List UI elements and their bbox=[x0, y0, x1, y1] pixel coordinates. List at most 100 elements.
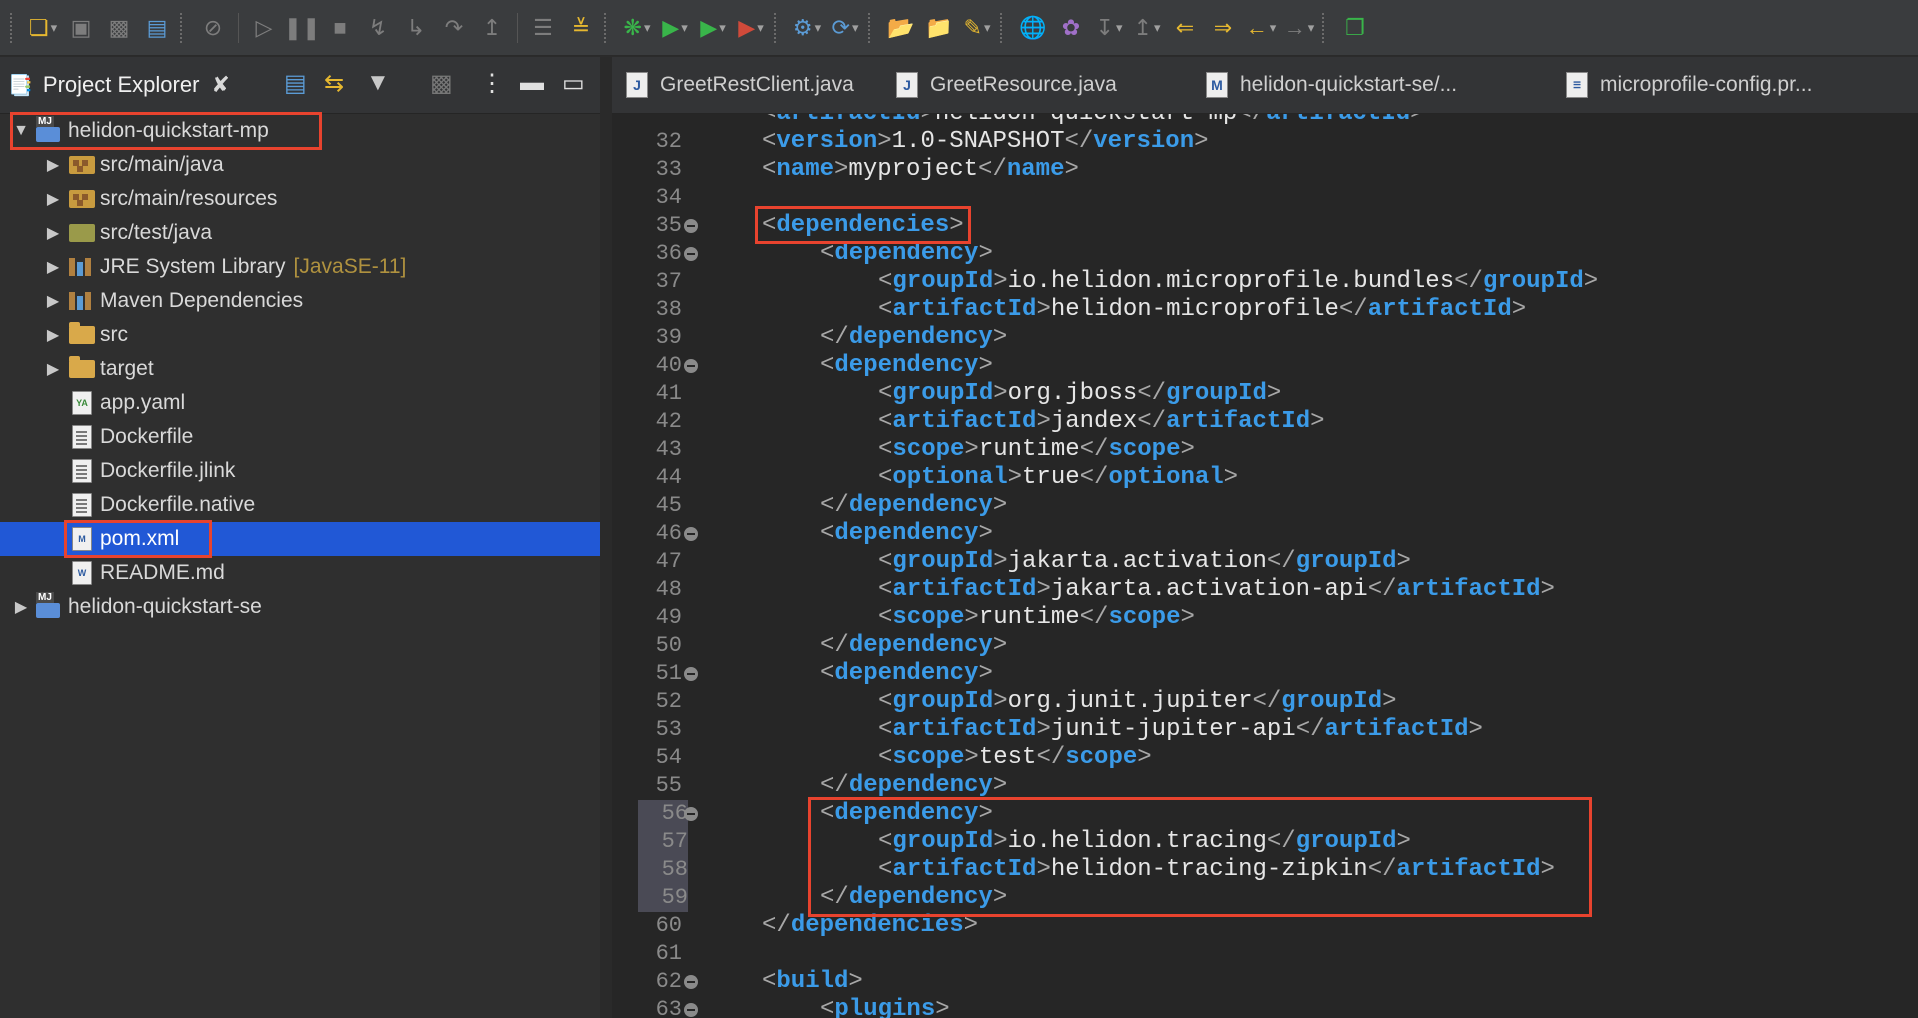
chevron-down-icon[interactable]: ▼ bbox=[12, 122, 30, 140]
annotation-2-icon[interactable]: ↧ bbox=[1090, 8, 1128, 48]
bracket: > bbox=[1583, 268, 1599, 295]
tree-item-helidon-quickstart-mp[interactable]: ▼ MJ helidon-quickstart-mp bbox=[0, 114, 612, 148]
collapse-all-icon[interactable]: ▤ bbox=[284, 69, 307, 98]
chevron-right-icon[interactable]: ▶ bbox=[44, 155, 62, 175]
back-icon[interactable]: ⇒ bbox=[1204, 8, 1242, 48]
open-task-icon[interactable]: 📁 bbox=[920, 8, 958, 48]
tree-item-maven-dependencies[interactable]: ▶ Maven Dependencies bbox=[0, 284, 644, 318]
chevron-right-icon[interactable]: ▶ bbox=[12, 597, 30, 617]
skip-breakpoints-icon[interactable]: ⊘ bbox=[194, 8, 232, 48]
tree-item-src-main-java[interactable]: ▶ src/main/java bbox=[0, 148, 644, 182]
tab-microprofile-config[interactable]: ☰ microprofile-config.pr... bbox=[1552, 57, 1918, 113]
tree-item-dockerfile-native[interactable]: Dockerfile.native bbox=[0, 488, 662, 522]
tree-item-src-main-resources[interactable]: ▶ src/main/resources bbox=[0, 182, 644, 216]
tree-item-pom-xml[interactable]: M pom.xml bbox=[0, 522, 662, 556]
fold-collapse-icon[interactable] bbox=[684, 219, 698, 233]
terminate-icon[interactable]: ■ bbox=[321, 8, 359, 48]
close-icon[interactable]: ✘ bbox=[211, 72, 229, 98]
step-over-icon[interactable]: ↷ bbox=[435, 8, 473, 48]
search-icon[interactable]: ✿ bbox=[1052, 8, 1090, 48]
project-explorer-tab[interactable]: 📑 Project Explorer ✘ bbox=[0, 57, 242, 113]
yaml-file-icon: YA bbox=[68, 391, 96, 415]
xml-tag: artifactId bbox=[892, 296, 1037, 323]
filter-icon[interactable]: ▼ bbox=[366, 69, 390, 97]
fold-collapse-icon[interactable] bbox=[684, 247, 698, 261]
step-return-icon[interactable]: ↥ bbox=[473, 8, 511, 48]
tab-greetresource[interactable]: J GreetResource.java bbox=[882, 57, 1192, 113]
tree-item-label: Dockerfile.jlink bbox=[100, 459, 236, 482]
task-list-icon[interactable]: ☰ bbox=[524, 8, 562, 48]
print-icon[interactable]: ▤ bbox=[138, 8, 176, 48]
fold-collapse-icon[interactable] bbox=[684, 359, 698, 373]
new-service-icon[interactable]: ⟳ bbox=[826, 8, 864, 48]
tree-item-dockerfile-jlink[interactable]: Dockerfile.jlink bbox=[0, 454, 662, 488]
annotation-icon[interactable]: ≚ bbox=[562, 8, 600, 48]
fold-collapse-icon[interactable] bbox=[684, 527, 698, 541]
bracket: > bbox=[992, 324, 1008, 351]
minimize-icon[interactable]: ▬ bbox=[520, 69, 544, 97]
chevron-right-icon[interactable]: ▶ bbox=[44, 325, 62, 345]
panel-splitter[interactable] bbox=[600, 57, 612, 1018]
view-menu-icon[interactable]: ⋮ bbox=[480, 69, 504, 98]
tree-item-src[interactable]: ▶ src bbox=[0, 318, 644, 352]
save-all-icon[interactable]: ▩ bbox=[100, 8, 138, 48]
perspective-icon[interactable]: ❐ bbox=[1336, 8, 1374, 48]
tree-item-app-yaml[interactable]: YA app.yaml bbox=[0, 386, 662, 420]
new-server-icon[interactable]: ⚙ bbox=[788, 8, 826, 48]
tree-item-target[interactable]: ▶ target bbox=[0, 352, 644, 386]
chevron-right-icon[interactable]: ▶ bbox=[44, 291, 62, 311]
bracket: </ bbox=[1137, 380, 1167, 407]
history-forward-icon[interactable]: → bbox=[1280, 8, 1318, 48]
line-number: 57 bbox=[638, 828, 688, 856]
globe-icon[interactable]: 🌐 bbox=[1014, 8, 1052, 48]
next-edit-icon[interactable]: ⇐ bbox=[1166, 8, 1204, 48]
run-icon[interactable]: ▶ bbox=[656, 8, 694, 48]
disconnect-icon[interactable]: ↯ bbox=[359, 8, 397, 48]
tab-label: GreetResource.java bbox=[930, 73, 1117, 96]
chevron-right-icon[interactable]: ▶ bbox=[44, 223, 62, 243]
bracket: < bbox=[878, 296, 893, 323]
bracket: > bbox=[993, 268, 1008, 295]
xml-tag: groupId bbox=[1482, 268, 1584, 295]
code-line: <dependency> bbox=[820, 352, 993, 380]
fold-collapse-icon[interactable] bbox=[684, 975, 698, 989]
tab-helidon-quickstart-se-pom[interactable]: M helidon-quickstart-se/... bbox=[1192, 57, 1552, 113]
bracket: > bbox=[992, 632, 1008, 659]
focus-icon[interactable]: ▩ bbox=[430, 69, 453, 98]
tree-item-helidon-quickstart-se[interactable]: ▶ MJ helidon-quickstart-se bbox=[0, 590, 612, 624]
fold-collapse-icon[interactable] bbox=[684, 667, 698, 681]
chevron-right-icon[interactable]: ▶ bbox=[44, 257, 62, 277]
tree-item-dockerfile[interactable]: Dockerfile bbox=[0, 420, 662, 454]
chevron-right-icon[interactable]: ▶ bbox=[44, 359, 62, 379]
suspend-icon[interactable]: ❚❚ bbox=[283, 8, 321, 48]
fold-collapse-icon[interactable] bbox=[684, 807, 698, 821]
toolbar-grip[interactable] bbox=[10, 12, 16, 43]
resume-icon[interactable]: ▷ bbox=[245, 8, 283, 48]
link-with-editor-icon[interactable]: ⇆ bbox=[324, 69, 344, 98]
save-icon[interactable]: ▣ bbox=[62, 8, 100, 48]
tree-item-src-test-java[interactable]: ▶ src/test/java bbox=[0, 216, 644, 250]
tab-greetrestclient[interactable]: J GreetRestClient.java bbox=[612, 57, 882, 113]
maximize-icon[interactable]: ▭ bbox=[562, 69, 585, 98]
debug-icon[interactable]: ❋ bbox=[618, 8, 656, 48]
bracket: < bbox=[762, 156, 777, 183]
tab-label: microprofile-config.pr... bbox=[1600, 73, 1813, 96]
fold-collapse-icon[interactable] bbox=[684, 1003, 698, 1017]
pen-icon[interactable]: ✎ bbox=[958, 8, 996, 48]
prev-edit-icon[interactable]: ↥ bbox=[1128, 8, 1166, 48]
bracket: < bbox=[820, 520, 835, 547]
tree-item-jre-system-library[interactable]: ▶ JRE System Library [JavaSE-11] bbox=[0, 250, 644, 284]
code-line: <name>myproject</name> bbox=[762, 156, 1079, 184]
xml-tag: groupId bbox=[1166, 380, 1267, 407]
forward-icon[interactable]: ← bbox=[1242, 8, 1280, 48]
bracket: < bbox=[878, 856, 893, 883]
tree-item-readme-md[interactable]: W README.md bbox=[0, 556, 662, 590]
open-type-icon[interactable]: 📂 bbox=[882, 8, 920, 48]
bracket: < bbox=[878, 548, 893, 575]
run-last-icon[interactable]: ▶ bbox=[694, 8, 732, 48]
new-wizard-icon[interactable]: ❏ bbox=[24, 8, 62, 48]
code-editor[interactable]: 32 33 34 35 36 37 38 39 40 41 42 43 44 45 46 47 48 49 50 51… bbox=[612, 114, 1918, 1018]
step-into-icon[interactable]: ↳ bbox=[397, 8, 435, 48]
external-tools-icon[interactable]: ▶ bbox=[732, 8, 770, 48]
chevron-right-icon[interactable]: ▶ bbox=[44, 189, 62, 209]
